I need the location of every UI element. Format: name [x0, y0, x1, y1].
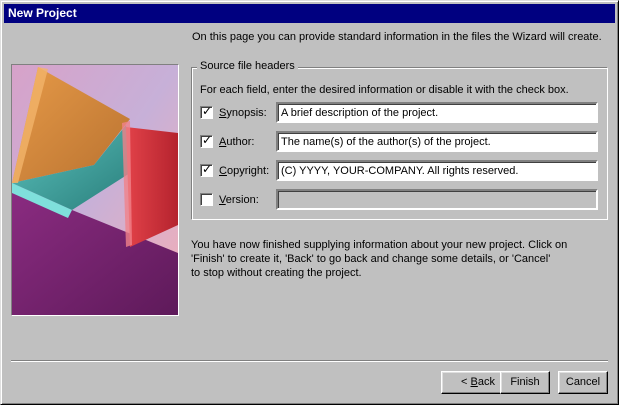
author-checkbox[interactable]: ✓ [200, 133, 213, 148]
copyright-row: ✓ Copyright: (C) YYYY, YOUR-COMPANY. All… [200, 160, 600, 182]
copyright-checkbox[interactable]: ✓ [200, 162, 213, 177]
button-separator [11, 360, 608, 362]
check-mark-icon: ✓ [202, 162, 213, 176]
check-mark-icon: ✓ [202, 133, 213, 147]
finish-instructions-line-1: You have now finished supplying informat… [191, 239, 568, 251]
copyright-input[interactable]: (C) YYYY, YOUR-COMPANY. All rights reser… [276, 160, 598, 181]
wizard-artwork-image [12, 65, 178, 315]
author-input[interactable]: The name(s) of the author(s) of the proj… [276, 131, 598, 152]
version-label: Version: [219, 194, 259, 206]
synopsis-checkbox[interactable]: ✓ [200, 104, 213, 119]
wizard-artwork [11, 64, 179, 316]
finish-instructions-line-3: to stop without creating the project. [191, 267, 362, 279]
finish-instructions-line-2: 'Finish' to create it, 'Back' to go back… [191, 253, 551, 265]
finish-instructions: You have now finished supplying informat… [191, 238, 611, 280]
copyright-label: Copyright: [219, 165, 270, 177]
synopsis-label: Synopsis: [219, 107, 267, 119]
author-label: Author: [219, 136, 255, 148]
intro-text: On this page you can provide standard in… [192, 31, 602, 43]
check-mark-icon: ✓ [202, 104, 213, 118]
version-input [276, 189, 598, 210]
dialog-title: New Project [4, 4, 615, 23]
synopsis-input[interactable]: A brief description of the project. [276, 102, 598, 123]
cancel-button[interactable]: Cancel [558, 371, 608, 394]
synopsis-row: ✓ Synopsis: A brief description of the p… [200, 102, 600, 124]
version-row: Version: [200, 189, 600, 211]
author-row: ✓ Author: The name(s) of the author(s) o… [200, 131, 600, 153]
source-file-headers-instructions: For each field, enter the desired inform… [200, 84, 569, 96]
version-checkbox[interactable] [200, 193, 213, 206]
finish-button[interactable]: Finish [500, 371, 550, 394]
source-file-headers-legend: Source file headers [197, 60, 298, 72]
